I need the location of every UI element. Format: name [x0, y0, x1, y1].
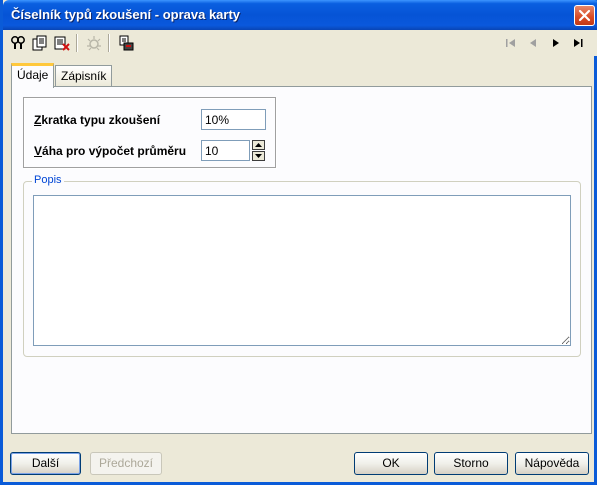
description-group: Popis	[23, 174, 581, 357]
fields-frame: Zkratka typu zkoušení Váha pro výpočet p…	[23, 97, 276, 168]
previous-button[interactable]: Předchozí	[90, 452, 162, 475]
arrow-up-icon	[255, 143, 262, 147]
toolbar-separator	[108, 34, 110, 52]
next-record-icon	[553, 39, 559, 47]
next-button[interactable]: Další	[10, 452, 81, 475]
tab-zapisnik[interactable]: Zápisník	[55, 65, 113, 86]
cancel-button[interactable]: Storno	[434, 452, 508, 475]
toolbar	[6, 30, 597, 56]
close-icon	[578, 9, 591, 22]
weight-stepper[interactable]	[252, 140, 265, 161]
weight-label: Váha pro výpočet průměru	[34, 144, 187, 158]
copy-record-button[interactable]	[30, 33, 50, 53]
stepper-down-button[interactable]	[252, 151, 265, 161]
dialog-window: Číselník typů zkoušení - oprava karty Úd…	[0, 0, 597, 485]
weight-input[interactable]	[201, 140, 250, 161]
title-bar[interactable]: Číselník typů zkoušení - oprava karty	[3, 0, 597, 30]
tab-panel-udaje: Zkratka typu zkoušení Váha pro výpočet p…	[11, 86, 592, 434]
delete-record-icon	[54, 36, 70, 51]
arrow-down-icon	[255, 154, 262, 158]
abbreviation-input[interactable]	[201, 109, 266, 130]
first-record-icon	[506, 39, 515, 47]
description-group-title: Popis	[32, 174, 64, 186]
print-button[interactable]	[116, 33, 136, 53]
help-button[interactable]: Nápověda	[515, 452, 589, 475]
ok-button[interactable]: OK	[354, 452, 428, 475]
disabled-tool-button[interactable]	[84, 33, 104, 53]
last-record-button[interactable]	[570, 35, 586, 51]
disabled-tool-icon	[87, 36, 101, 51]
delete-record-button[interactable]	[52, 33, 72, 53]
stepper-up-button[interactable]	[252, 140, 265, 150]
description-textarea[interactable]	[33, 195, 571, 346]
copy-record-icon	[32, 35, 47, 51]
find-icon	[11, 36, 25, 49]
toolbar-separator	[76, 34, 78, 52]
abbreviation-label: Zkratka typu zkoušení	[34, 113, 161, 127]
next-record-button[interactable]	[548, 35, 564, 51]
previous-record-button[interactable]	[525, 35, 541, 51]
tab-udaje[interactable]: Údaje	[11, 63, 55, 88]
last-record-icon	[574, 39, 583, 47]
find-button[interactable]	[8, 33, 28, 53]
first-record-button[interactable]	[503, 35, 519, 51]
close-button[interactable]	[574, 5, 595, 26]
previous-record-icon	[530, 39, 536, 47]
window-title: Číselník typů zkoušení - oprava karty	[11, 7, 241, 22]
print-icon	[119, 35, 134, 51]
